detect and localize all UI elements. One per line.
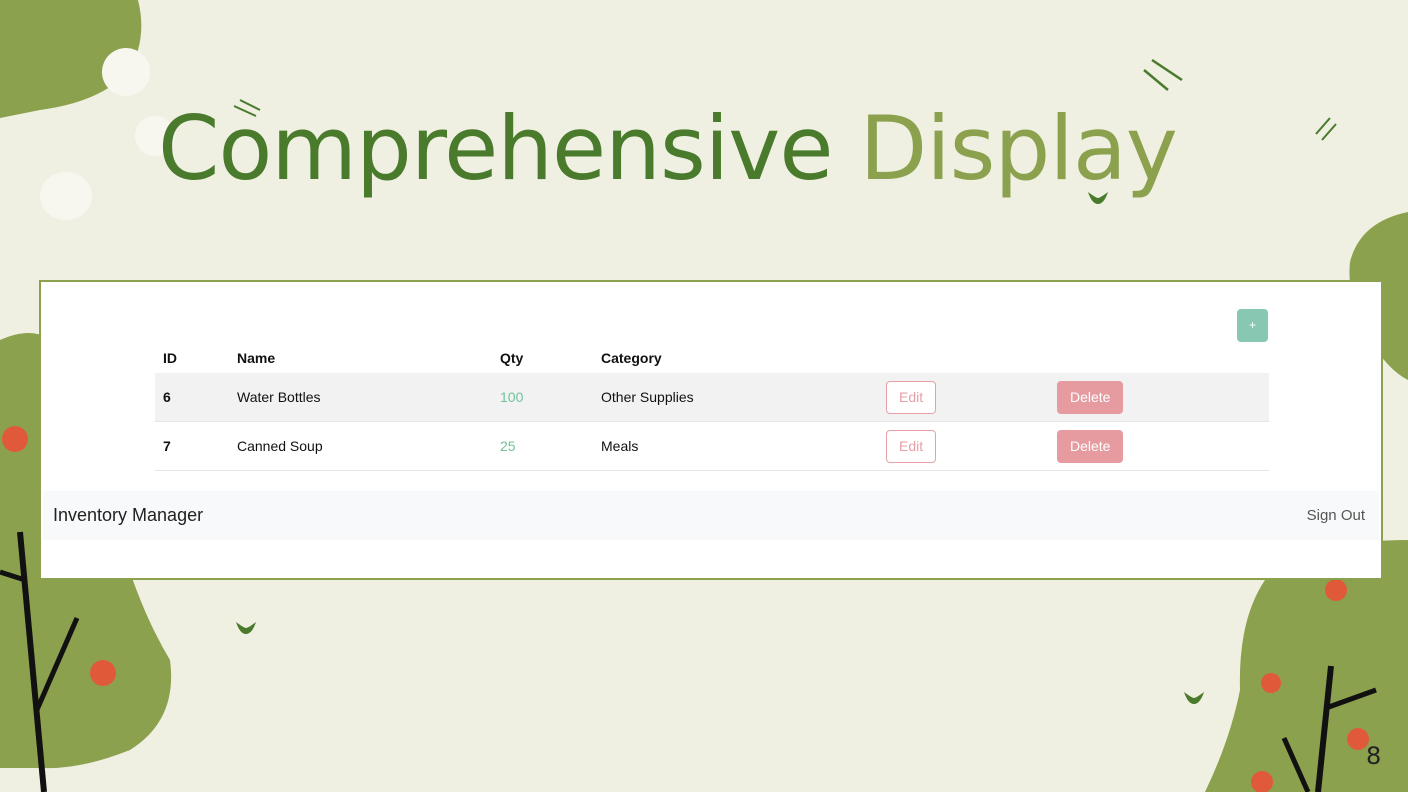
delete-button[interactable]: Delete xyxy=(1057,380,1124,414)
column-header-id: ID xyxy=(163,350,177,366)
cell-qty: 25 xyxy=(492,421,593,471)
table-row: 6 Water Bottles 100 Other Supplies Edit … xyxy=(155,373,1269,422)
column-header-delete-spacer xyxy=(1049,336,1269,373)
column-header-edit-spacer xyxy=(878,336,1049,373)
sprout xyxy=(236,622,256,634)
page-number: 8 xyxy=(1366,742,1382,770)
column-header-category: Category xyxy=(601,350,662,366)
cell-edit: Edit xyxy=(878,421,1049,471)
app-screenshot-panel: + ID Name Qty Category 6 Water Bottles 1… xyxy=(39,280,1383,580)
cell-category: Meals xyxy=(593,421,878,471)
berry xyxy=(90,660,116,686)
inventory-table: ID Name Qty Category 6 Water Bottles 100… xyxy=(155,336,1269,471)
cell-id: 6 xyxy=(155,373,229,422)
column-header-name: Name xyxy=(237,350,276,366)
cell-edit: Edit xyxy=(878,373,1049,422)
cell-category: Other Supplies xyxy=(593,373,878,422)
app-navbar: Inventory Manager Sign Out xyxy=(43,491,1379,540)
slide-title-word-1: Comprehensive xyxy=(158,97,833,200)
cell-name: Canned Soup xyxy=(229,421,492,471)
table-header-row: ID Name Qty Category xyxy=(155,336,1269,373)
berry xyxy=(1325,579,1347,601)
slide-title: Comprehensive Display xyxy=(158,96,1178,202)
tick-stroke xyxy=(1315,117,1337,141)
pale-blob xyxy=(102,48,150,96)
edit-button[interactable]: Edit xyxy=(886,380,937,414)
cell-delete: Delete xyxy=(1049,373,1269,422)
berry xyxy=(2,426,28,452)
sprout xyxy=(1184,692,1204,704)
tick-stroke xyxy=(1143,58,1183,91)
pale-blob xyxy=(40,172,92,220)
cell-id: 7 xyxy=(155,421,229,471)
table-row: 7 Canned Soup 25 Meals Edit Delete xyxy=(155,421,1269,471)
slide-title-word-2: Display xyxy=(859,97,1177,200)
sign-out-link[interactable]: Sign Out xyxy=(1307,507,1365,524)
cell-delete: Delete xyxy=(1049,421,1269,471)
edit-button[interactable]: Edit xyxy=(886,429,937,463)
delete-button[interactable]: Delete xyxy=(1057,429,1124,463)
berry xyxy=(1261,673,1281,693)
app-brand[interactable]: Inventory Manager xyxy=(53,505,203,526)
cell-qty: 100 xyxy=(492,373,593,422)
berry xyxy=(1251,771,1273,792)
column-header-qty: Qty xyxy=(500,350,524,366)
cell-name: Water Bottles xyxy=(229,373,492,422)
